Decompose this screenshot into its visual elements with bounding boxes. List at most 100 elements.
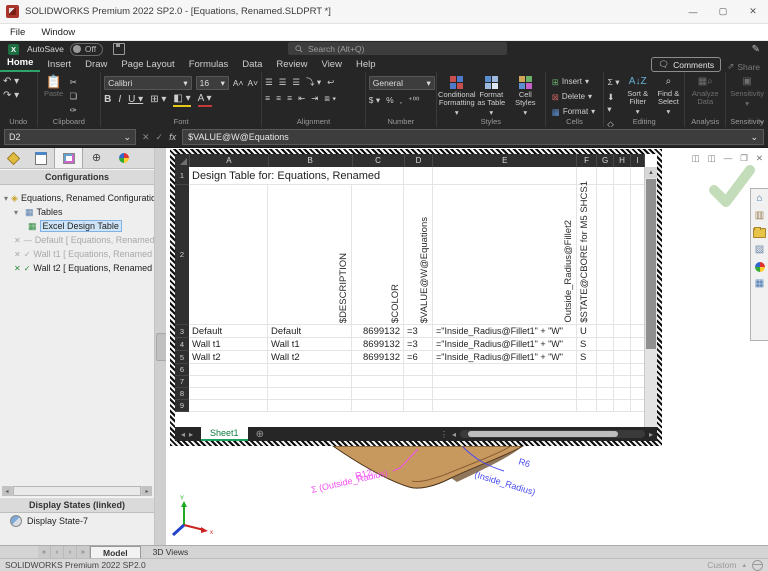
param-header-description[interactable]: $DESCRIPTION <box>338 253 350 323</box>
tab-view[interactable]: View <box>315 59 349 72</box>
file-explorer-icon[interactable] <box>753 227 766 238</box>
cut-icon[interactable]: ✂ <box>70 76 77 88</box>
tree-item-config-default[interactable]: ✕ — Default [ Equations, Renamed ] <box>4 233 154 247</box>
custom-dropdown[interactable]: Custom <box>707 560 736 570</box>
row-header[interactable]: 6 <box>175 364 189 376</box>
percent-style-icon[interactable]: % <box>386 94 394 106</box>
italic-icon[interactable]: I <box>118 94 121 106</box>
inner-radius-name[interactable]: (Inside_Radius) <box>473 469 536 497</box>
new-sheet-icon[interactable]: ⊕ <box>256 429 264 440</box>
cell[interactable] <box>404 388 433 400</box>
last-tab-icon[interactable]: » <box>77 546 90 558</box>
save-icon[interactable] <box>113 43 126 55</box>
panel-horizontal-scrollbar[interactable]: ◂ ▸ <box>2 486 152 496</box>
cell[interactable]: Default <box>268 325 352 338</box>
scroll-left-icon[interactable]: ◂ <box>452 430 456 439</box>
column-header[interactable]: E <box>433 154 578 167</box>
comma-style-icon[interactable]: , <box>400 94 402 106</box>
tab-help[interactable]: Help <box>349 59 383 72</box>
tab-formulas[interactable]: Formulas <box>182 59 236 72</box>
font-color-icon[interactable]: A ▾ <box>197 93 212 107</box>
tree-item-excel-design-table[interactable]: ▦ Excel Design Table <box>4 219 154 233</box>
cell[interactable] <box>597 325 614 338</box>
column-header[interactable]: F <box>577 154 598 167</box>
cell[interactable] <box>597 400 614 412</box>
align-right-icon[interactable]: ≡ <box>287 92 292 104</box>
caret-up-icon[interactable]: ▴ <box>742 561 746 569</box>
next-tab-icon[interactable]: › <box>64 546 77 558</box>
align-middle-icon[interactable]: ☰ <box>279 76 287 88</box>
cell[interactable] <box>577 376 597 388</box>
cell[interactable] <box>631 376 645 388</box>
first-tab-icon[interactable]: « <box>38 546 51 558</box>
param-header-color[interactable]: $COLOR <box>390 284 402 323</box>
underline-icon[interactable]: U ▾ <box>128 94 143 106</box>
caret-down-icon[interactable]: ▾ <box>4 194 8 203</box>
cancel-entry-icon[interactable]: ✕ <box>142 132 150 143</box>
collapse-ribbon-icon[interactable]: ⌄ <box>758 116 765 125</box>
cell[interactable] <box>597 388 614 400</box>
tab-display-manager[interactable] <box>110 148 137 168</box>
cell[interactable] <box>597 376 614 388</box>
cell[interactable]: ="Inside_Radius@Fillet1" + "W" <box>433 351 577 364</box>
param-header-value-w[interactable]: $VALUE@W@Equations <box>419 217 431 323</box>
autosum-icon[interactable]: Σ ▾ <box>608 76 620 88</box>
cell[interactable] <box>614 338 631 351</box>
column-header[interactable]: I <box>631 154 645 167</box>
cell[interactable] <box>597 364 614 376</box>
prev-sheet-icon[interactable]: ◂ <box>181 430 185 439</box>
grow-font-icon[interactable]: A˄ <box>233 77 244 89</box>
shrink-font-icon[interactable]: A˅ <box>248 77 259 89</box>
view-palette-icon[interactable]: ▨ <box>755 245 764 255</box>
cell[interactable] <box>433 376 577 388</box>
close-icon[interactable]: ✕ <box>738 0 768 23</box>
cell[interactable] <box>614 388 631 400</box>
copy-icon[interactable]: ❏ <box>70 90 78 102</box>
custom-properties-icon[interactable]: ▦ <box>755 279 764 289</box>
tree-item-configurations-root[interactable]: ▾ ◈ Equations, Renamed Configuration(s) … <box>4 191 154 205</box>
sheet-vertical-scrollbar[interactable]: ▲ <box>644 167 657 427</box>
fill-icon[interactable]: ⬇ ▾ <box>607 91 620 115</box>
font-size-select[interactable]: 16 ▾ <box>195 76 229 90</box>
paste-button[interactable]: 📋 Paste <box>41 75 67 98</box>
panel-splitter[interactable] <box>155 148 167 545</box>
share-button[interactable]: ⇗ Share <box>727 61 760 72</box>
tab-home[interactable]: Home <box>0 57 41 72</box>
formula-input[interactable]: $VALUE@W@Equations ⌄ <box>182 129 764 145</box>
graphics-area[interactable]: R12 Σ (Outside_Radius) R6 (Inside_Radius… <box>166 148 768 545</box>
tab-property-manager[interactable] <box>27 148 54 168</box>
row-header[interactable]: 1 <box>175 167 189 185</box>
fill-color-icon[interactable]: ◧ ▾ <box>173 93 191 107</box>
column-header[interactable]: A <box>190 154 269 167</box>
cell-title[interactable]: Design Table for: Equations, Renamed <box>189 167 404 185</box>
cell[interactable] <box>631 351 645 364</box>
wrap-text-icon[interactable]: ↩ <box>327 76 334 88</box>
cell[interactable]: Default <box>189 325 268 338</box>
orientation-icon[interactable]: ⤵ ▾ <box>306 76 321 88</box>
cell[interactable] <box>614 325 631 338</box>
cell[interactable] <box>404 167 433 185</box>
tree-item-tables[interactable]: ▾ ▦ Tables <box>4 205 154 219</box>
row-header[interactable]: 8 <box>175 388 189 400</box>
cell[interactable] <box>614 364 631 376</box>
inner-radius-value[interactable]: R6 <box>517 456 531 469</box>
tab-insert[interactable]: Insert <box>40 59 78 72</box>
cell[interactable] <box>597 338 614 351</box>
scroll-right-icon[interactable]: ▸ <box>649 430 653 439</box>
cell[interactable] <box>631 325 645 338</box>
cell[interactable] <box>631 167 645 185</box>
cell[interactable]: =6 <box>404 351 433 364</box>
cell[interactable]: S <box>577 351 597 364</box>
name-box[interactable]: D2 ⌄ <box>4 129 136 145</box>
cell[interactable] <box>189 376 268 388</box>
globe-icon[interactable] <box>752 559 763 571</box>
minimize-icon[interactable]: — <box>678 0 708 23</box>
home-icon[interactable]: ⌂ <box>756 194 762 204</box>
cell[interactable] <box>433 364 577 376</box>
scroll-up-icon[interactable]: ▲ <box>645 167 657 178</box>
tab-review[interactable]: Review <box>269 59 314 72</box>
decimal-icon[interactable]: ⁺⁰⁰ <box>408 94 419 106</box>
scrollbar-thumb[interactable] <box>13 486 141 496</box>
tree-item-config-wall-t1[interactable]: ✕ ✓ Wall t1 [ Equations, Renamed ] <box>4 247 154 261</box>
tab-draw[interactable]: Draw <box>78 59 114 72</box>
